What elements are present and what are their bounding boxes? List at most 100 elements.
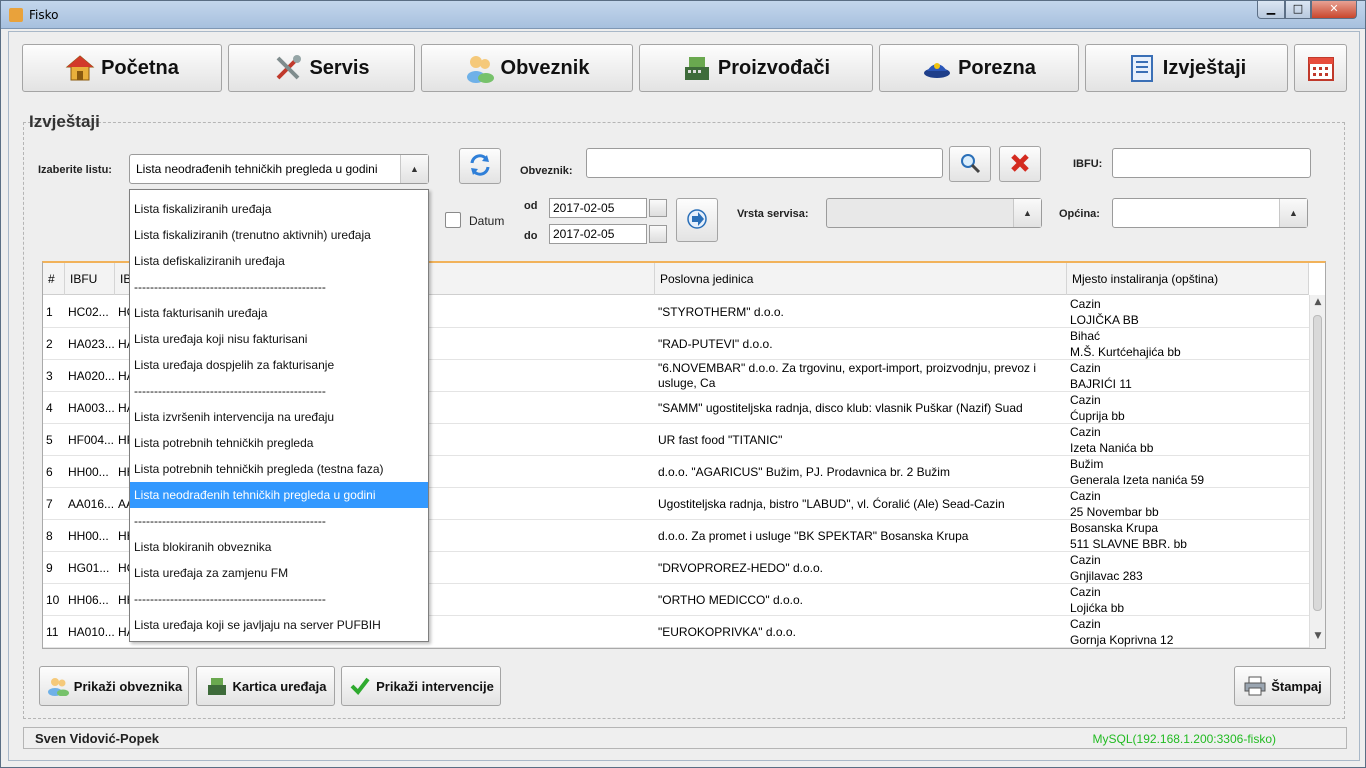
nav-porezna-button[interactable]: Porezna <box>879 44 1079 92</box>
prikazi-intervencije-label: Prikaži intervencije <box>376 678 494 694</box>
dropdown-option[interactable]: Lista potrebnih tehničkih pregleda <box>130 430 428 456</box>
vrsta-servisa-select[interactable]: ▲ <box>826 198 1042 228</box>
list-select-value: Lista neodrađenih tehničkih pregleda u g… <box>136 162 378 176</box>
red-x-icon <box>1009 152 1031 177</box>
cell-line: usluge, Ca <box>658 376 716 390</box>
column-header[interactable]: # <box>43 263 65 295</box>
do-date-input[interactable]: 2017-02-05 <box>549 224 647 244</box>
table-cell-poslovna-jedinica: d.o.o. "AGARICUS" Bužim, PJ. Prodavnica … <box>658 465 950 479</box>
prikazi-obveznika-label: Prikaži obveznika <box>73 678 183 694</box>
table-cell: HA020... <box>68 369 115 383</box>
table-cell: HA023... <box>68 337 115 351</box>
chevron-down-icon[interactable]: ▼ <box>1310 631 1325 647</box>
nav-servis-button[interactable]: Servis <box>228 44 415 92</box>
scrollbar-thumb[interactable] <box>1313 315 1322 611</box>
chevron-updown-icon: ▲ <box>400 155 428 183</box>
vertical-scrollbar[interactable]: ▲ ▼ <box>1309 295 1325 648</box>
kartica-uredjaja-button[interactable]: Kartica uređaja <box>196 666 335 706</box>
table-cell: HH00... <box>68 529 109 543</box>
cash-register-icon <box>205 675 229 697</box>
maximize-button[interactable]: □ <box>1285 1 1311 19</box>
cell-line: Cazin <box>1070 393 1101 407</box>
dropdown-option[interactable]: ----------------------------------------… <box>130 586 428 612</box>
list-dropdown: Lista fiskaliziranih uređaja Lista fiskal… <box>129 189 429 642</box>
dropdown-option[interactable]: Lista potrebnih tehničkih pregleda (test… <box>130 456 428 482</box>
dropdown-option[interactable]: ----------------------------------------… <box>130 508 428 534</box>
column-header[interactable]: IBFU <box>65 263 115 295</box>
dropdown-option[interactable]: Lista uređaja koji se javljaju na server… <box>130 612 428 638</box>
nav-porezna-label: Porezna <box>958 56 1036 79</box>
cell-line: Gornja Koprivna 12 <box>1070 633 1174 647</box>
table-cell: HA010... <box>68 625 115 639</box>
od-calendar-icon[interactable] <box>649 199 667 217</box>
column-header[interactable]: Mjesto instaliranja (opština) <box>1067 263 1309 295</box>
stampaj-button[interactable]: Štampaj <box>1234 666 1331 706</box>
dropdown-option[interactable]: Lista fiskaliziranih uređaja <box>130 196 428 222</box>
window-title: Fisko <box>29 8 59 22</box>
column-header[interactable]: Poslovna jedinica <box>655 263 1067 295</box>
minimize-button[interactable]: ▁ <box>1257 1 1285 19</box>
cell-line: Bužim <box>1070 457 1104 471</box>
table-cell-mjesto: Cazin Izeta Nanića bb <box>1067 424 1309 456</box>
cell-line: Gnjilavac 283 <box>1070 569 1143 583</box>
dropdown-option[interactable]: Lista uređaja dospjelih za fakturisanje <box>130 352 428 378</box>
datum-checkbox[interactable] <box>445 212 461 228</box>
list-select[interactable]: Lista neodrađenih tehničkih pregleda u g… <box>129 154 429 184</box>
table-cell-poslovna-jedinica: UR fast food "TITANIC" <box>658 433 783 447</box>
obveznik-input[interactable] <box>586 148 943 178</box>
title-bar[interactable]: Fisko ▁ □ ✕ <box>1 1 1365 29</box>
refresh-button[interactable] <box>459 148 501 184</box>
cell-line: 511 SLAVNE BBR. bb <box>1070 537 1187 551</box>
nav-obveznik-label: Obveznik <box>500 56 590 79</box>
table-cell: HH06... <box>68 593 109 607</box>
prikazi-intervencije-button[interactable]: Prikaži intervencije <box>341 666 501 706</box>
ibfu-input[interactable] <box>1112 148 1311 178</box>
nav-pocetna-button[interactable]: Početna <box>22 44 222 92</box>
dropdown-option[interactable]: ----------------------------------------… <box>130 378 428 404</box>
table-cell: HG01... <box>68 561 110 575</box>
dropdown-option[interactable]: Lista blokiranih obveznika <box>130 534 428 560</box>
house-icon <box>65 53 95 83</box>
table-cell: HC02... <box>68 305 109 319</box>
table-cell: HF004... <box>68 433 115 447</box>
calendar-icon <box>1306 53 1336 83</box>
dropdown-option[interactable]: Lista izvršenih intervencija na uređaju <box>130 404 428 430</box>
arrow-right-icon <box>686 208 708 233</box>
chevron-updown-icon: ▲ <box>1013 199 1041 227</box>
refresh-icon <box>468 153 492 180</box>
opcina-select[interactable]: ▲ <box>1112 198 1308 228</box>
od-date-input[interactable]: 2017-02-05 <box>549 198 647 218</box>
prikazi-obveznika-button[interactable]: Prikaži obveznika <box>39 666 189 706</box>
nav-obveznik-button[interactable]: Obveznik <box>421 44 633 92</box>
apply-date-button[interactable] <box>676 198 718 242</box>
nav-proizvodjaci-button[interactable]: Proizvođači <box>639 44 873 92</box>
dropdown-option[interactable]: Lista fiskaliziranih (trenutno aktivnih)… <box>130 222 428 248</box>
tools-icon <box>273 53 303 83</box>
cell-line: Cazin <box>1070 489 1101 503</box>
table-cell: 6 <box>46 465 53 479</box>
table-cell-mjesto: Bužim Generala Izeta nanića 59 <box>1067 456 1309 488</box>
table-cell: HA003... <box>68 401 115 415</box>
nav-izvjestaji-button[interactable]: Izvještaji <box>1085 44 1288 92</box>
do-calendar-icon[interactable] <box>649 225 667 243</box>
table-cell: 2 <box>46 337 53 351</box>
calendar-button[interactable] <box>1294 44 1347 92</box>
users-icon <box>46 675 70 697</box>
printer-icon <box>1243 675 1267 697</box>
status-bar: Sven Vidović-Popek MySQL(192.168.1.200:3… <box>23 727 1347 749</box>
cell-line: BAJRIĆI 11 <box>1070 377 1132 391</box>
dropdown-option[interactable]: Lista uređaja za zamjenu FM <box>130 560 428 586</box>
cell-line: Bihać <box>1070 329 1101 343</box>
dropdown-option[interactable]: ----------------------------------------… <box>130 274 428 300</box>
checkmark-icon <box>348 675 372 697</box>
chevron-up-icon[interactable]: ▲ <box>1310 297 1325 313</box>
close-button[interactable]: ✕ <box>1311 1 1357 19</box>
dropdown-option[interactable]: Lista defiskaliziranih uređaja <box>130 248 428 274</box>
dropdown-option[interactable]: Lista uređaja koji nisu fakturisani <box>130 326 428 352</box>
search-button[interactable] <box>949 146 991 182</box>
clear-button[interactable] <box>999 146 1041 182</box>
dropdown-option[interactable]: Lista neodrađenih tehničkih pregleda u g… <box>130 482 428 508</box>
nav-pocetna-label: Početna <box>101 56 179 79</box>
dropdown-option[interactable]: Lista fakturisanih uređaja <box>130 300 428 326</box>
cell-line: Cazin <box>1070 361 1101 375</box>
